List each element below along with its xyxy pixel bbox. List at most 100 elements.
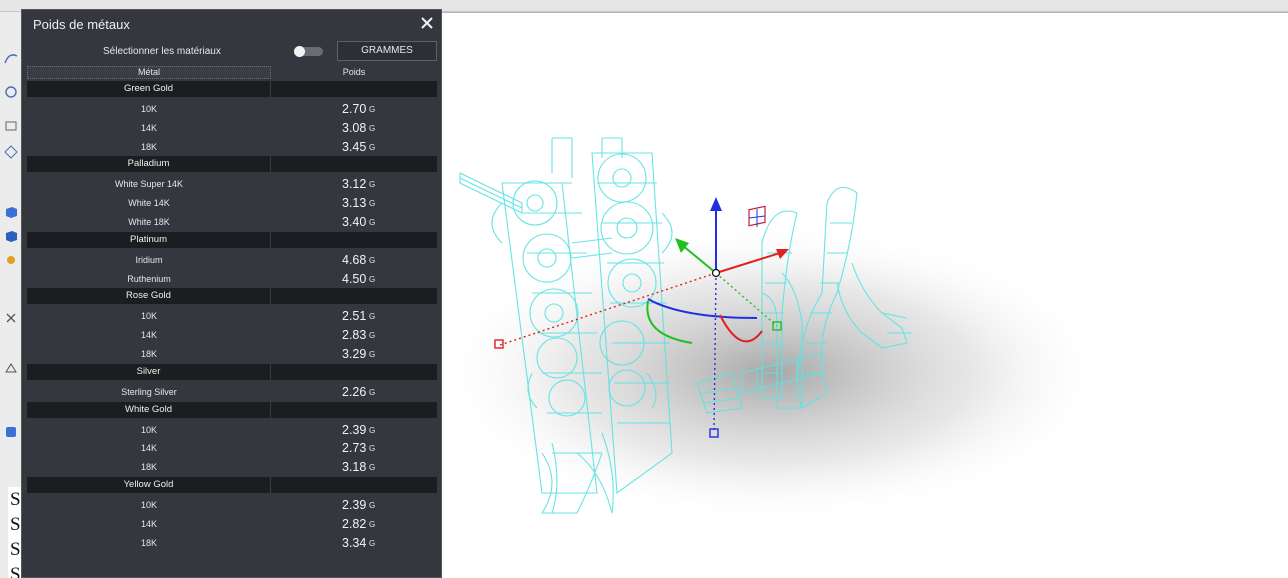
table-row[interactable]: 14K 2.82 G bbox=[27, 515, 437, 534]
weight-value: 2.70 bbox=[342, 102, 367, 116]
table-row[interactable]: 18K 3.29 G bbox=[27, 345, 437, 364]
weight-unit: G bbox=[369, 538, 376, 548]
group-name: Yellow Gold bbox=[27, 476, 271, 493]
table-row[interactable]: 10K 2.39 G bbox=[27, 496, 437, 515]
weight-unit: G bbox=[369, 463, 376, 473]
alloy-name: Iridium bbox=[135, 254, 163, 265]
weight-value: 3.40 bbox=[342, 214, 367, 229]
alloy-name: 10K bbox=[140, 499, 157, 510]
weight-unit: G bbox=[369, 349, 376, 359]
weight-unit: G bbox=[369, 217, 376, 227]
weight-value: 2.83 bbox=[342, 328, 367, 343]
toggle-knob bbox=[294, 46, 305, 57]
group-name: Rose Gold bbox=[27, 288, 271, 305]
weight-unit: G bbox=[369, 255, 376, 265]
table-row[interactable]: White 18K 3.40 G bbox=[27, 213, 437, 232]
alloy-name: 18K bbox=[140, 462, 157, 473]
weight-value: 3.29 bbox=[342, 346, 367, 361]
group-name: White Gold bbox=[27, 401, 271, 418]
alloy-name: 14K bbox=[140, 443, 157, 454]
alloy-name: White Super 14K bbox=[114, 179, 184, 190]
alloy-name: 18K bbox=[140, 537, 157, 548]
tool-circle-icon[interactable] bbox=[3, 84, 19, 100]
column-header-weight[interactable]: Poids bbox=[271, 66, 437, 79]
weight-value: 2.82 bbox=[342, 516, 367, 531]
metal-weight-panel: Poids de métaux Sélectionner les matéria… bbox=[21, 9, 442, 578]
weight-unit: G bbox=[369, 105, 376, 114]
alloy-name: White 14K bbox=[128, 198, 170, 209]
unit-grams-button[interactable]: GRAMMES bbox=[337, 41, 437, 61]
weight-unit: G bbox=[369, 387, 376, 397]
tool-solid-icon[interactable] bbox=[3, 228, 19, 244]
table-row[interactable]: 10K 2.51 G bbox=[27, 307, 437, 326]
alloy-name: 14K bbox=[140, 330, 157, 341]
weight-value: 3.13 bbox=[342, 196, 367, 211]
gizmo-center-icon[interactable] bbox=[711, 268, 721, 278]
table-row[interactable]: 18K 3.34 G bbox=[27, 534, 437, 553]
weight-unit: G bbox=[369, 444, 376, 454]
weight-unit: G bbox=[369, 180, 376, 190]
perspective-viewport[interactable] bbox=[442, 12, 1288, 578]
table-row[interactable]: White 14K 3.13 G bbox=[27, 194, 437, 213]
weight-unit: G bbox=[369, 312, 376, 322]
weight-unit: G bbox=[369, 331, 376, 341]
tool-box-icon[interactable] bbox=[3, 204, 19, 220]
table-row[interactable]: 18K 3.45 G bbox=[27, 138, 437, 157]
weight-value: 2.26 bbox=[342, 384, 367, 399]
weight-unit: G bbox=[369, 274, 376, 284]
tool-analyze-icon[interactable] bbox=[3, 360, 19, 376]
group-row-palladium: Palladium bbox=[27, 156, 437, 173]
table-row[interactable]: Sterling Silver 2.26 G bbox=[27, 383, 437, 402]
table-row[interactable]: 10K 2.70 G bbox=[27, 100, 437, 119]
group-row-white-gold: White Gold bbox=[27, 401, 437, 418]
group-row-platinum: Platinum bbox=[27, 231, 437, 248]
weight-unit: G bbox=[369, 519, 376, 529]
alloy-name: 10K bbox=[140, 424, 157, 435]
weight-unit: G bbox=[369, 500, 376, 510]
weight-value: 3.18 bbox=[342, 460, 367, 475]
table-row[interactable]: 14K 2.83 G bbox=[27, 326, 437, 345]
tool-rectangle-icon[interactable] bbox=[3, 118, 19, 134]
close-icon[interactable] bbox=[419, 15, 435, 31]
weight-value: 3.08 bbox=[342, 120, 367, 135]
alloy-name: 18K bbox=[140, 141, 157, 152]
alloy-name: 10K bbox=[140, 104, 157, 114]
tool-curve-icon[interactable] bbox=[3, 50, 19, 66]
panel-title: Poids de métaux bbox=[33, 17, 130, 32]
alloy-name: Sterling Silver bbox=[121, 386, 177, 397]
group-name: Platinum bbox=[27, 231, 271, 248]
table-header: Métal Poids bbox=[27, 66, 437, 79]
tool-polygon-icon[interactable] bbox=[3, 144, 19, 160]
tool-render-icon[interactable] bbox=[3, 424, 19, 440]
alloy-name: 10K bbox=[140, 311, 157, 322]
alloy-name: White 18K bbox=[128, 216, 170, 227]
weight-value: 3.12 bbox=[342, 177, 367, 192]
table-row[interactable]: 14K 3.08 G bbox=[27, 119, 437, 138]
group-row-green-gold: Green Gold bbox=[27, 81, 437, 97]
weight-value: 4.50 bbox=[342, 271, 367, 286]
weight-value: 2.73 bbox=[342, 441, 367, 456]
weight-value: 2.39 bbox=[342, 497, 367, 512]
select-materials-toggle[interactable] bbox=[294, 46, 323, 57]
select-materials-label: Sélectionner les matériaux bbox=[103, 46, 221, 57]
group-row-rose-gold: Rose Gold bbox=[27, 288, 437, 305]
tool-transform-icon[interactable] bbox=[3, 310, 19, 326]
table-row[interactable]: Iridium 4.68 G bbox=[27, 251, 437, 270]
weight-value: 4.68 bbox=[342, 252, 367, 267]
table-row[interactable]: 18K 3.18 G bbox=[27, 458, 437, 477]
alloy-name: 14K bbox=[140, 518, 157, 529]
weight-value: 3.34 bbox=[342, 535, 367, 550]
alloy-name: Ruthenium bbox=[127, 273, 171, 284]
weight-unit: G bbox=[369, 123, 376, 133]
table-row[interactable]: White Super 14K 3.12 G bbox=[27, 175, 437, 194]
weight-value: 2.51 bbox=[342, 309, 367, 324]
weight-unit: G bbox=[369, 142, 376, 152]
tool-star-icon[interactable] bbox=[3, 252, 19, 268]
weight-unit: G bbox=[369, 199, 376, 209]
group-name: Silver bbox=[27, 363, 271, 380]
metal-weight-table: Green Gold 10K 2.70 G 14K 3.08 G 18K 3.45 G Pa… bbox=[27, 81, 437, 552]
column-header-metal[interactable]: Métal bbox=[27, 66, 271, 79]
table-row[interactable]: 14K 2.73 G bbox=[27, 439, 437, 458]
table-row[interactable]: 10K 2.39 G bbox=[27, 421, 437, 440]
table-row[interactable]: Ruthenium 4.50 G bbox=[27, 270, 437, 289]
